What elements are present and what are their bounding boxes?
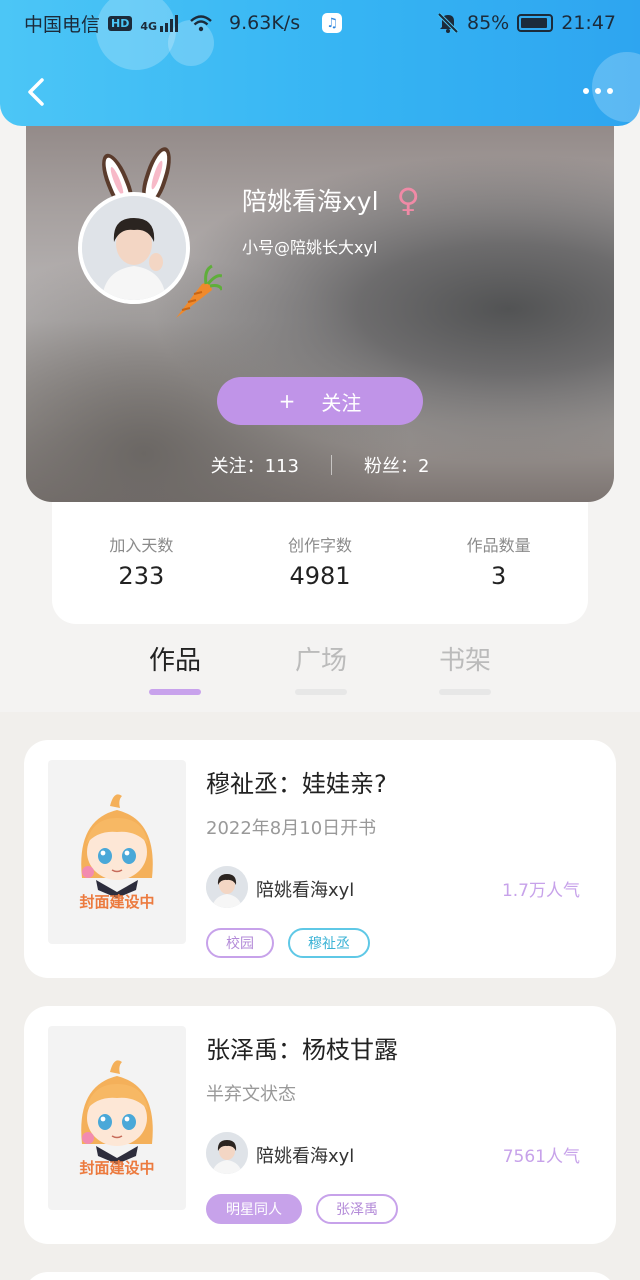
stat-label: 作品数量 — [466, 536, 531, 555]
stat-label: 加入天数 — [109, 536, 174, 555]
tab-indicator — [439, 689, 491, 695]
plus-icon: + — [278, 389, 296, 413]
tab-square[interactable]: 广场 — [281, 640, 361, 695]
author-name[interactable]: 陪姚看海xyl — [256, 876, 354, 902]
book-cover[interactable]: 封面建设中 — [48, 760, 186, 944]
stat-works-count: 作品数量 3 — [409, 532, 588, 624]
tab-works[interactable]: 作品 — [135, 640, 215, 695]
music-app-icon: ♫ — [322, 13, 343, 33]
stat-label: 创作字数 — [288, 536, 353, 555]
back-button[interactable] — [20, 72, 56, 112]
hd-badge: HD — [108, 15, 133, 31]
author-avatar-image — [206, 866, 248, 908]
cover-placeholder-label: 封面建设中 — [79, 893, 155, 911]
author-avatar-image — [206, 1132, 248, 1174]
carrot-decoration — [176, 264, 222, 318]
tab-label: 广场 — [294, 646, 347, 676]
status-bar: 中国电信 HD 4G 9.63K/s ♫ 85% 21:47 — [0, 0, 640, 46]
book-title[interactable]: 穆祉丞：娃娃亲? — [206, 764, 387, 799]
tab-label: 作品 — [148, 646, 201, 676]
following-count[interactable]: 关注：113 — [211, 452, 299, 478]
avatar-frame[interactable] — [78, 144, 222, 318]
stat-word-count: 创作字数 4981 — [231, 532, 410, 624]
placeholder-mascot-image — [81, 794, 153, 898]
popularity-count: 1.7万人气 — [501, 881, 580, 901]
tab-indicator — [295, 689, 347, 695]
tab-bar: 作品 广场 书架 — [0, 640, 640, 710]
tab-bookshelf[interactable]: 书架 — [425, 640, 505, 695]
clock: 21:47 — [561, 12, 616, 34]
tag[interactable]: 穆祉丞 — [288, 928, 370, 958]
alt-account-label: 小号@陪姚长大xyl — [242, 238, 378, 257]
signal-icon — [160, 15, 179, 32]
book-card-partial[interactable] — [24, 1272, 616, 1280]
nav-bar — [0, 60, 640, 120]
battery-icon — [517, 14, 554, 32]
cover-placeholder-label: 封面建设中 — [79, 1159, 155, 1177]
book-title[interactable]: 张泽禹：杨枝甘露 — [206, 1030, 398, 1065]
book-status: 半弃文状态 — [206, 1084, 296, 1105]
female-icon: ♀ — [396, 181, 420, 219]
popularity-count: 7561人气 — [502, 1147, 580, 1167]
book-card[interactable]: 封面建设中 穆祉丞：娃娃亲? 2022年8月10日开书 陪姚看海xyl 1.7万… — [24, 740, 616, 978]
placeholder-mascot-image — [81, 1060, 153, 1164]
stat-value: 4981 — [289, 562, 351, 590]
stat-value: 3 — [491, 562, 507, 590]
more-dots-icon — [583, 88, 589, 94]
author-avatar[interactable] — [206, 866, 248, 908]
tag-list: 明星同人 张泽禹 — [206, 1194, 398, 1224]
author-name[interactable]: 陪姚看海xyl — [256, 1142, 354, 1168]
follow-button[interactable]: + 关注 — [217, 377, 423, 425]
battery-percent: 85% — [467, 12, 510, 34]
more-button[interactable] — [578, 76, 618, 106]
username: 陪姚看海xyl — [242, 187, 379, 216]
author-avatar[interactable] — [206, 1132, 248, 1174]
app-header: 中国电信 HD 4G 9.63K/s ♫ 85% 21:47 — [0, 0, 640, 126]
follow-button-label: 关注 — [321, 390, 362, 415]
tag[interactable]: 校园 — [206, 928, 274, 958]
book-status: 2022年8月10日开书 — [206, 818, 377, 839]
book-cover[interactable]: 封面建设中 — [48, 1026, 186, 1210]
stat-value: 233 — [118, 562, 165, 590]
follow-stats: 关注：113 粉丝：2 — [26, 452, 614, 478]
divider — [330, 455, 332, 475]
mute-bell-icon — [437, 13, 459, 33]
tag[interactable]: 明星同人 — [206, 1194, 302, 1224]
carrier-name: 中国电信 — [24, 13, 101, 36]
tab-indicator — [149, 689, 201, 695]
book-card[interactable]: 封面建设中 张泽禹：杨枝甘露 半弃文状态 陪姚看海xyl 7561人气 明星同人… — [24, 1006, 616, 1244]
username-row: 陪姚看海xyl ♀ — [242, 182, 420, 218]
stat-join-days: 加入天数 233 — [52, 532, 231, 624]
network-speed: 9.63K/s — [229, 12, 301, 34]
tag-list: 校园 穆祉丞 — [206, 928, 370, 958]
wifi-icon — [190, 15, 212, 32]
tag[interactable]: 张泽禹 — [316, 1194, 398, 1224]
tab-label: 书架 — [438, 646, 491, 676]
network-type: 4G — [140, 19, 158, 33]
chevron-left-icon — [28, 78, 44, 106]
profile-card: 陪姚看海xyl ♀ 小号@陪姚长大xyl + 关注 关注：113 粉丝：2 — [26, 100, 614, 502]
fans-count[interactable]: 粉丝：2 — [364, 452, 429, 478]
